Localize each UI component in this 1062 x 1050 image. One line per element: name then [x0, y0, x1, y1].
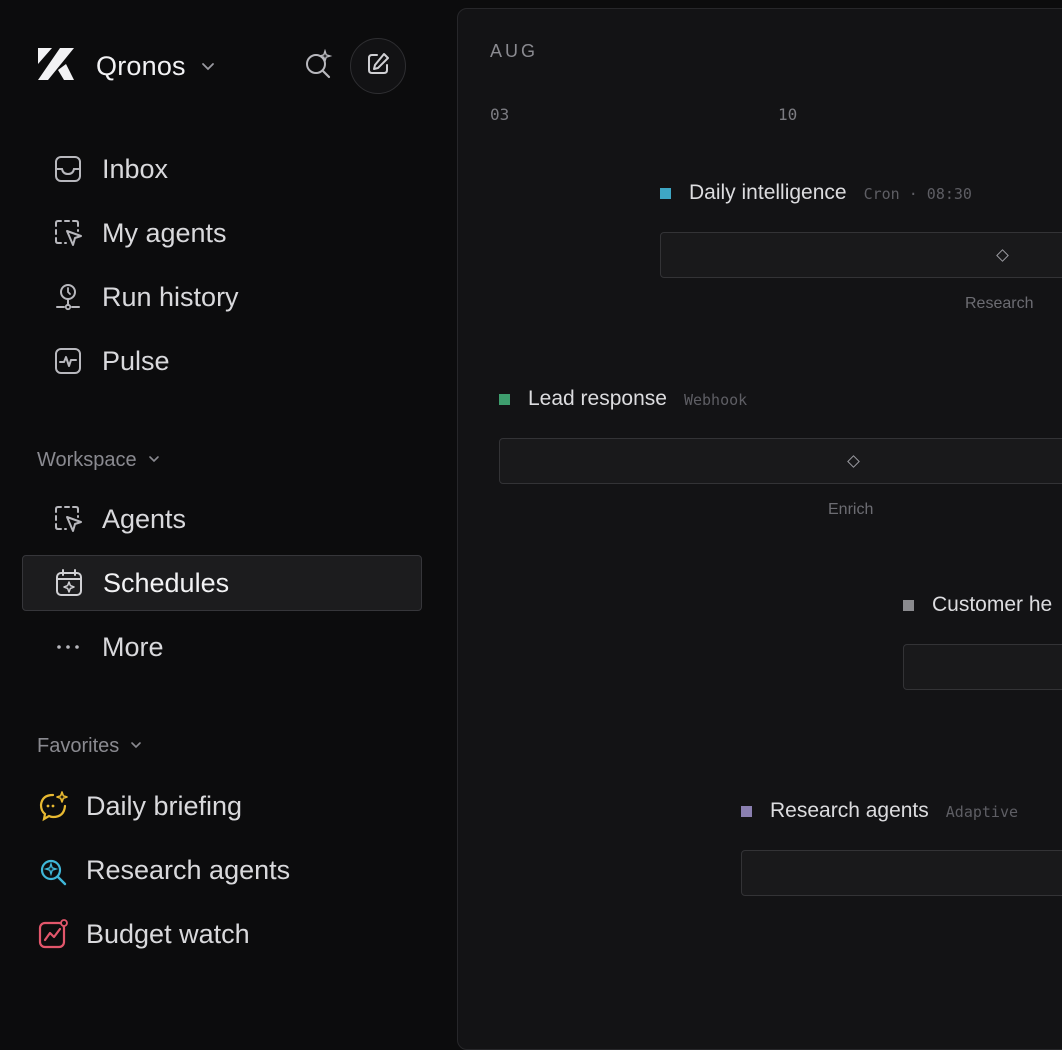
track-customer-health[interactable]: Customer he [903, 593, 1052, 617]
track-name: Lead response [528, 387, 667, 410]
chevron-down-icon [200, 58, 216, 79]
workspace-name: Qronos [96, 51, 186, 81]
more-dots-icon [52, 631, 84, 663]
nav-item-agents[interactable]: Agents [22, 491, 422, 547]
history-pin-icon [52, 281, 84, 313]
qronos-logo-icon [36, 44, 76, 89]
agent-cursor-icon [52, 217, 84, 249]
date-tick: 10 [778, 105, 798, 124]
edit-icon [365, 51, 391, 82]
chevron-down-icon [119, 735, 143, 758]
trend-chart-icon [36, 917, 70, 951]
favorite-daily-briefing[interactable]: Daily briefing [36, 786, 242, 826]
track-color-swatch [741, 805, 752, 817]
track-trigger: Adaptive [945, 803, 1019, 821]
sparkle-search-icon [303, 48, 333, 84]
month-label: AUG [490, 41, 539, 61]
schedule-bar[interactable] [499, 438, 1062, 484]
nav-item-label: Pulse [102, 345, 170, 376]
nav-item-label: Schedules [103, 567, 230, 598]
step-label: Enrich [828, 501, 874, 518]
section-label: Workspace [37, 449, 137, 471]
favorite-research-agents[interactable]: Research agents [36, 850, 290, 890]
favorites-section-toggle[interactable]: Favorites [37, 735, 143, 758]
track-daily-intelligence[interactable]: Daily intelligence Cron · 08:30 [660, 181, 972, 205]
schedule-bar[interactable] [903, 644, 1062, 690]
chevron-down-icon [137, 449, 161, 472]
track-color-swatch [903, 599, 914, 611]
favorite-label: Research agents [86, 854, 291, 885]
date-tick: 03 [490, 105, 510, 124]
nav-item-schedules[interactable]: Schedules [22, 555, 422, 611]
search-button[interactable] [300, 48, 336, 84]
track-research-agents[interactable]: Research agents Adaptive [741, 799, 1018, 823]
nav-item-inbox[interactable]: Inbox [22, 141, 422, 197]
track-name: Customer he [932, 593, 1053, 616]
calendar-icon [53, 567, 85, 599]
track-trigger: Cron · 08:30 [863, 185, 972, 203]
track-color-swatch [660, 187, 671, 199]
nav-item-label: More [102, 631, 164, 662]
sparkle-search-icon [36, 853, 70, 887]
favorite-label: Daily briefing [86, 790, 243, 821]
track-name: Research agents [770, 799, 929, 822]
section-label: Favorites [37, 735, 120, 757]
favorite-label: Budget watch [86, 918, 250, 949]
nav-item-label: Run history [102, 281, 239, 312]
track-color-swatch [499, 393, 510, 405]
nav-item-label: Inbox [102, 153, 169, 184]
pulse-icon [52, 345, 84, 377]
nav-item-my-agents[interactable]: My agents [22, 205, 422, 261]
nav-item-label: Agents [102, 503, 187, 534]
nav-item-pulse[interactable]: Pulse [22, 333, 422, 389]
favorite-budget-watch[interactable]: Budget watch [36, 914, 250, 954]
compose-button[interactable] [350, 38, 406, 94]
track-lead-response[interactable]: Lead response Webhook [499, 387, 747, 411]
sparkle-chat-icon [36, 789, 70, 823]
track-name: Daily intelligence [689, 181, 847, 204]
schedule-bar[interactable] [741, 850, 1062, 896]
workspace-switcher[interactable]: Qronos [36, 44, 216, 89]
nav-item-label: My agents [102, 217, 227, 248]
inbox-icon [52, 153, 84, 185]
nav-item-more[interactable]: More [22, 619, 422, 675]
step-label: Research [965, 295, 1034, 312]
agent-cursor-icon [52, 503, 84, 535]
workspace-section-toggle[interactable]: Workspace [37, 449, 161, 472]
nav-item-run-history[interactable]: Run history [22, 269, 422, 325]
track-trigger: Webhook [683, 391, 748, 409]
schedule-timeline: AUG 03 10 Daily intelligence Cron · 08:3… [457, 8, 1062, 1050]
sidebar: Qronos Inbox My agents Run history Pulse… [0, 0, 446, 1016]
